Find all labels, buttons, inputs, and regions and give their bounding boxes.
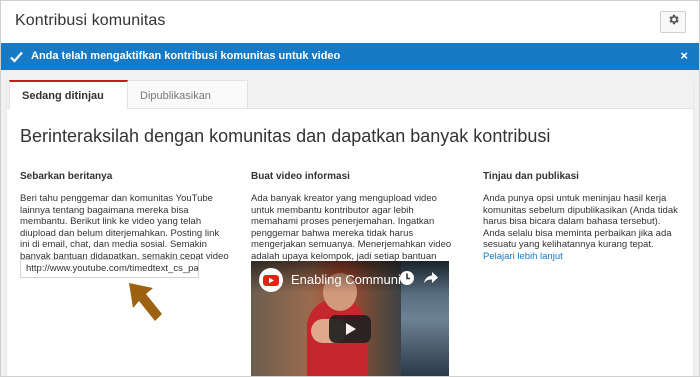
learn-more-link[interactable]: Pelajari lebih lanjut [483,251,563,262]
video-player[interactable]: Enabling Community [251,261,449,376]
main-panel: Sedang ditinjau Dipublikasikan Berintera… [7,80,693,376]
youtube-logo-icon[interactable] [259,268,283,292]
check-icon [10,50,23,68]
close-icon[interactable]: × [680,48,688,63]
tab-bar: Sedang ditinjau Dipublikasikan [7,80,693,109]
column-title: Buat video informasi [251,171,350,182]
review-column: Tinjau dan publikasi Anda punya opsi unt… [483,171,683,263]
settings-button[interactable] [660,11,686,33]
column-text-body: Anda punya opsi untuk meninjau hasil ker… [483,193,678,251]
column-title: Sebarkan beritanya [20,171,113,182]
app-frame: Kontribusi komunitas Anda telah mengakti… [0,0,700,377]
gear-icon [667,13,680,31]
page-title: Kontribusi komunitas [15,12,166,29]
success-banner: Anda telah mengaktifkan kontribusi komun… [1,43,699,70]
tab-in-review[interactable]: Sedang ditinjau [9,80,128,109]
column-title: Tinjau dan publikasi [483,171,579,182]
video-info-column: Buat video informasi Ada banyak kreator … [251,171,461,274]
section-heading: Berinteraksilah dengan komunitas dan dap… [20,126,551,146]
column-text: Anda punya opsi untuk meninjau hasil ker… [483,193,683,263]
share-link-field[interactable]: http://www.youtube.com/timedtext_cs_pan [20,259,199,278]
tab-published[interactable]: Dipublikasikan [128,80,248,108]
video-title[interactable]: Enabling Community [291,272,401,287]
pointer-arrow-icon [127,281,165,328]
clock-icon[interactable] [399,270,415,291]
banner-message: Anda telah mengaktifkan kontribusi komun… [31,50,341,62]
share-icon[interactable] [423,271,439,290]
play-icon [329,323,371,347]
page-header: Kontribusi komunitas [1,1,699,44]
play-button[interactable] [329,315,371,343]
